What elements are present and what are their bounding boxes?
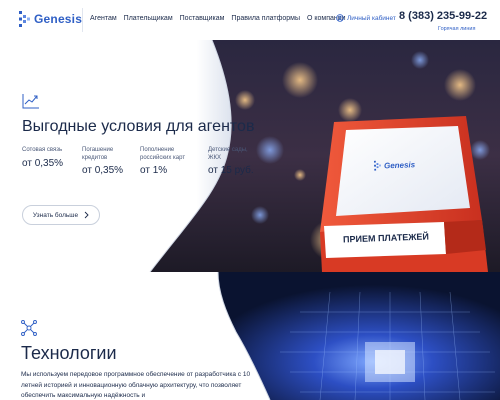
personal-cabinet-link[interactable]: Личный кабинет <box>336 14 396 22</box>
feature-kindergarten: Детские сады, ЖКХ от 15 руб. <box>208 147 258 176</box>
logo-mark-icon <box>19 11 30 27</box>
feature-label: Пополнение российских карт <box>140 147 186 161</box>
network-nodes-icon <box>21 320 37 336</box>
feature-mobile: Сотовая связь от 0,35% <box>22 147 82 169</box>
logo-mark-icon <box>373 160 381 171</box>
learn-more-label: Узнать больше <box>32 211 79 219</box>
chevron-right-icon <box>84 211 89 219</box>
feature-loans: Погашение кредитов от 0,35% <box>82 147 130 176</box>
nav-item-rules[interactable]: Правила платформы <box>231 15 300 22</box>
nav-item-suppliers[interactable]: Поставщикам <box>180 15 225 22</box>
kiosk-brand-text: Genesis <box>383 159 416 170</box>
hotline-label: Горячая линия <box>438 26 476 32</box>
feature-value: от 15 руб. <box>208 165 254 176</box>
learn-more-button[interactable]: Узнать больше <box>22 205 100 225</box>
phone-number[interactable]: 8 (383) 235-99-22 <box>399 10 487 22</box>
user-icon <box>336 14 344 22</box>
logo-text: Genesis <box>34 12 83 26</box>
cabinet-label: Личный кабинет <box>347 14 396 22</box>
main-nav: Агентам Плательщикам Поставщикам Правила… <box>90 15 346 22</box>
logo[interactable]: Genesis <box>19 11 82 27</box>
nav-item-agents[interactable]: Агентам <box>90 15 117 22</box>
feature-value: от 0,35% <box>22 157 64 169</box>
header-divider <box>82 8 83 32</box>
feature-value: от 0,35% <box>82 165 124 176</box>
feature-label: Детские сады, ЖКХ <box>208 147 248 161</box>
technology-text: Мы используем передовое программное обес… <box>21 371 251 399</box>
feature-label: Сотовая связь <box>22 147 63 153</box>
payment-kiosk <box>320 116 488 272</box>
technology-title: Технологии <box>21 343 117 363</box>
feature-value: от 1% <box>140 165 168 176</box>
site-header: Genesis Агентам Плательщикам Поставщикам… <box>0 0 500 40</box>
feature-label: Погашение кредитов <box>82 147 114 161</box>
nav-item-payers[interactable]: Плательщикам <box>124 15 173 22</box>
growth-chart-icon <box>22 94 39 109</box>
technology-section: Технологии Мы используем передовое прогр… <box>0 272 500 400</box>
kiosk-brand: Genesis <box>373 159 416 171</box>
hero-title: Выгодные условия для агентов <box>22 118 255 135</box>
hero-section: Выгодные условия для агентов Сотовая свя… <box>0 40 500 272</box>
feature-cards: Пополнение российских карт от 1% <box>140 147 200 176</box>
